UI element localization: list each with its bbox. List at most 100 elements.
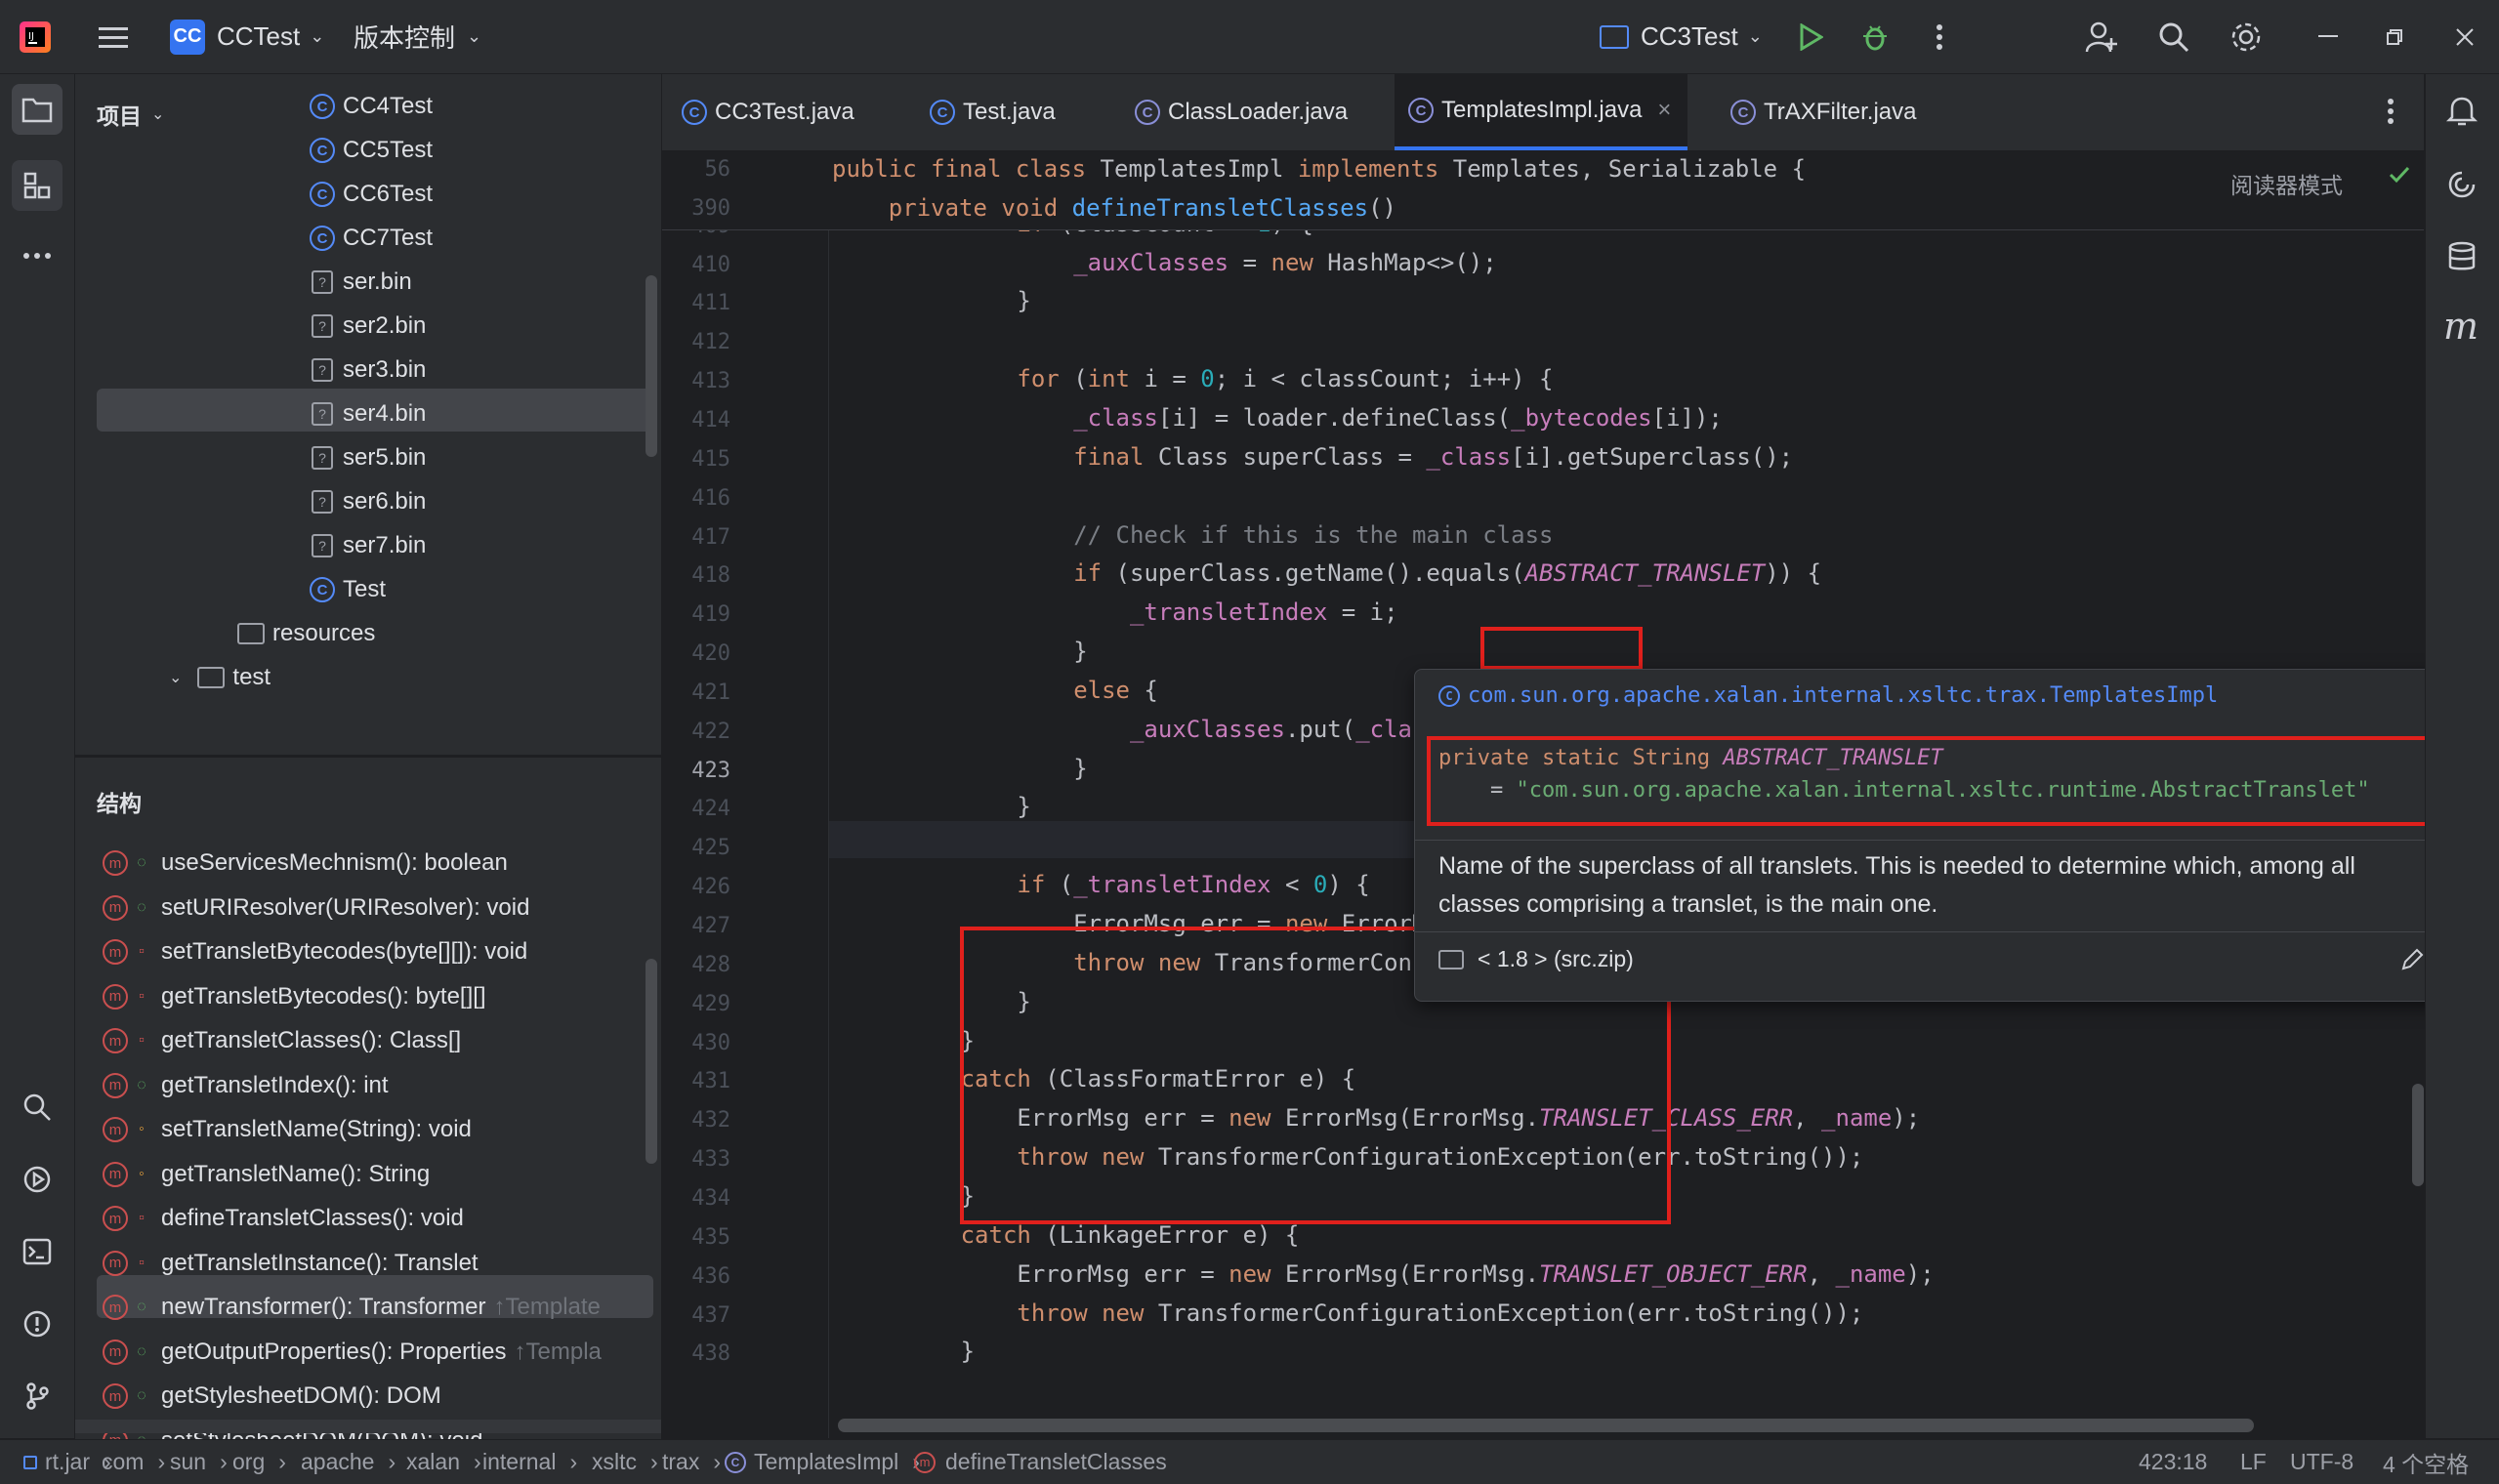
- breadcrumb-item[interactable]: trax ›: [662, 1440, 721, 1484]
- editor-hscrollbar[interactable]: [838, 1419, 2254, 1432]
- structure-method-item[interactable]: m ◌ useServicesMechnism(): boolean: [103, 842, 508, 885]
- breadcrumb-label: xsltc: [592, 1449, 637, 1474]
- inspection-ok-check-icon[interactable]: [2389, 165, 2410, 189]
- structure-method-item[interactable]: m ▫ getTransletBytecodes(): byte[][]: [103, 975, 486, 1018]
- popup-description: Name of the superclass of all translets.…: [1438, 852, 2355, 918]
- maven-icon[interactable]: m: [2443, 305, 2478, 348]
- tab-classloader[interactable]: C ClassLoader.java: [1135, 74, 1359, 150]
- public-open-icon: ◌: [137, 1342, 146, 1360]
- tree-item-label: CC7Test: [343, 225, 434, 251]
- minimize-icon[interactable]: [2309, 18, 2348, 57]
- tree-item-cc7test[interactable]: C CC7Test: [310, 217, 433, 260]
- tree-item-cc4test[interactable]: C CC4Test: [310, 85, 433, 128]
- git-branch-icon[interactable]: [12, 1371, 62, 1422]
- breadcrumb-item[interactable]: com ›: [102, 1440, 165, 1484]
- find-search-icon[interactable]: [12, 1082, 62, 1133]
- edit-source-pencil-icon[interactable]: [2399, 947, 2425, 977]
- breadcrumb-item[interactable]: xsltc ›: [592, 1440, 658, 1484]
- tree-item-cc6test[interactable]: C CC6Test: [310, 173, 433, 216]
- tree-item-cc5test[interactable]: C CC5Test: [310, 129, 433, 172]
- breadcrumb-item[interactable]: xalan ›: [406, 1440, 481, 1484]
- structure-method-item[interactable]: m ◌ getStylesheetDOM(): DOM: [103, 1375, 441, 1418]
- line-number: 56: [704, 157, 731, 182]
- close-tab-icon[interactable]: ×: [1657, 97, 1671, 124]
- tree-item-ser-bin[interactable]: ? ser.bin: [312, 261, 412, 304]
- debug-icon[interactable]: [1855, 18, 1895, 57]
- notifications-bell-icon[interactable]: [2445, 94, 2478, 132]
- indent-setting[interactable]: 4 个空格: [2383, 1440, 2469, 1484]
- project-tool-folder-icon[interactable]: [12, 84, 62, 135]
- ai-assistant-icon[interactable]: [2445, 168, 2478, 206]
- structure-hscrollbar[interactable]: [75, 1420, 661, 1433]
- reader-mode-toggle[interactable]: 阅读器模式: [2230, 167, 2343, 200]
- structure-method-item[interactable]: m ▫ setTransletBytecodes(byte[][]): void: [103, 930, 527, 973]
- project-scrollbar[interactable]: [646, 275, 657, 457]
- add-user-icon[interactable]: [2082, 18, 2121, 57]
- tree-item-ser5-bin[interactable]: ? ser5.bin: [312, 436, 426, 479]
- tree-item-label: ser5.bin: [343, 444, 427, 471]
- structure-method-item[interactable]: m ▫ defineTransletClasses(): void: [103, 1197, 464, 1240]
- structure-method-item[interactable]: m ◌ getTransletIndex(): int: [103, 1064, 389, 1107]
- tab-traxfilter[interactable]: C TrAXFilter.java: [1730, 74, 1955, 150]
- breadcrumb-item[interactable]: C TemplatesImpl ›: [725, 1440, 920, 1484]
- terminal-icon[interactable]: [12, 1226, 62, 1277]
- breadcrumb-item[interactable]: rt.jar ›: [23, 1440, 111, 1484]
- structure-method-item[interactable]: m ◌ newTransformer(): Transformer ↑Template: [103, 1286, 601, 1329]
- editor-vscrollbar[interactable]: [2412, 1084, 2424, 1186]
- breadcrumb-item[interactable]: org ›: [232, 1440, 286, 1484]
- run-services-icon[interactable]: [12, 1154, 62, 1205]
- structure-tool-icon[interactable]: [12, 160, 62, 211]
- breadcrumb-item[interactable]: apache ›: [301, 1440, 396, 1484]
- popup-class-path[interactable]: C com.sun.org.apache.xalan.internal.xslt…: [1438, 683, 2218, 708]
- tree-item-test-class[interactable]: C Test: [310, 568, 386, 611]
- intellij-logo-icon[interactable]: IJ: [16, 18, 55, 57]
- class-icon: C: [682, 100, 707, 125]
- structure-method-item[interactable]: m ◦ setTransletName(String): void: [103, 1108, 472, 1151]
- settings-gear-icon[interactable]: [2227, 18, 2266, 57]
- caret-position[interactable]: 423:18: [2139, 1440, 2207, 1484]
- popup-source-link[interactable]: < 1.8 > (src.zip): [1438, 946, 1634, 972]
- tree-item-ser2-bin[interactable]: ? ser2.bin: [312, 305, 426, 348]
- sticky-line-method: private void defineTransletClasses(): [888, 194, 1396, 222]
- line-number: 413: [691, 369, 730, 394]
- line-number: 425: [691, 836, 730, 861]
- structure-method-item[interactable]: m ◌ setURIResolver(URIResolver): void: [103, 886, 529, 929]
- tree-item-ser6-bin[interactable]: ? ser6.bin: [312, 480, 426, 523]
- run-icon[interactable]: [1791, 18, 1830, 57]
- structure-scrollbar[interactable]: [646, 959, 657, 1164]
- close-window-icon[interactable]: [2445, 18, 2484, 57]
- vcs-menu[interactable]: 版本控制 ⌄: [354, 0, 481, 73]
- tab-cc3test[interactable]: C CC3Test.java: [682, 74, 906, 150]
- database-icon[interactable]: [2445, 240, 2478, 278]
- main-menu-icon[interactable]: [94, 18, 133, 57]
- method-label: getTransletBytecodes(): byte[][]: [161, 982, 486, 1010]
- line-separator[interactable]: LF: [2240, 1440, 2267, 1484]
- tab-test[interactable]: C Test.java: [930, 74, 1096, 150]
- problems-icon[interactable]: [12, 1298, 62, 1349]
- project-panel-header[interactable]: 项目 ⌄: [97, 98, 164, 131]
- structure-method-item[interactable]: m ◌ getOutputProperties(): Properties ↑Temp…: [103, 1331, 602, 1374]
- structure-method-item[interactable]: m ▫ getTransletClasses(): Class[]: [103, 1019, 461, 1062]
- code-line: }: [848, 793, 1031, 821]
- more-tools-icon[interactable]: [12, 230, 62, 281]
- breadcrumb-item[interactable]: m defineTransletClasses: [914, 1440, 1167, 1484]
- structure-method-item[interactable]: m ▫ getTransletInstance(): Translet: [103, 1242, 479, 1285]
- tab-label: ClassLoader.java: [1168, 99, 1349, 125]
- tree-item-resources[interactable]: resources: [237, 612, 375, 655]
- run-config-selector[interactable]: CC3Test ⌄: [1600, 0, 1763, 73]
- search-icon[interactable]: [2154, 18, 2193, 57]
- breadcrumb-item[interactable]: internal ›: [482, 1440, 577, 1484]
- file-encoding[interactable]: UTF-8: [2290, 1440, 2353, 1484]
- project-switcher[interactable]: CC CCTest ⌄: [170, 0, 324, 73]
- method-label: newTransformer(): Transformer: [161, 1294, 486, 1320]
- tree-item-ser4-bin[interactable]: ? ser4.bin: [312, 392, 426, 435]
- tree-item-ser3-bin[interactable]: ? ser3.bin: [312, 349, 426, 392]
- breadcrumb-item[interactable]: sun ›: [170, 1440, 228, 1484]
- tree-item-ser7-bin[interactable]: ? ser7.bin: [312, 524, 426, 567]
- more-actions-icon[interactable]: [1920, 18, 1959, 57]
- structure-method-item[interactable]: m ◦ getTransletName(): String: [103, 1153, 430, 1196]
- tree-item-test-folder[interactable]: ⌄ test: [169, 656, 271, 699]
- restore-window-icon[interactable]: [2375, 18, 2414, 57]
- tab-templatesimpl[interactable]: C TemplatesImpl.java ×: [1395, 74, 1687, 150]
- tab-options-icon[interactable]: [2387, 98, 2395, 130]
